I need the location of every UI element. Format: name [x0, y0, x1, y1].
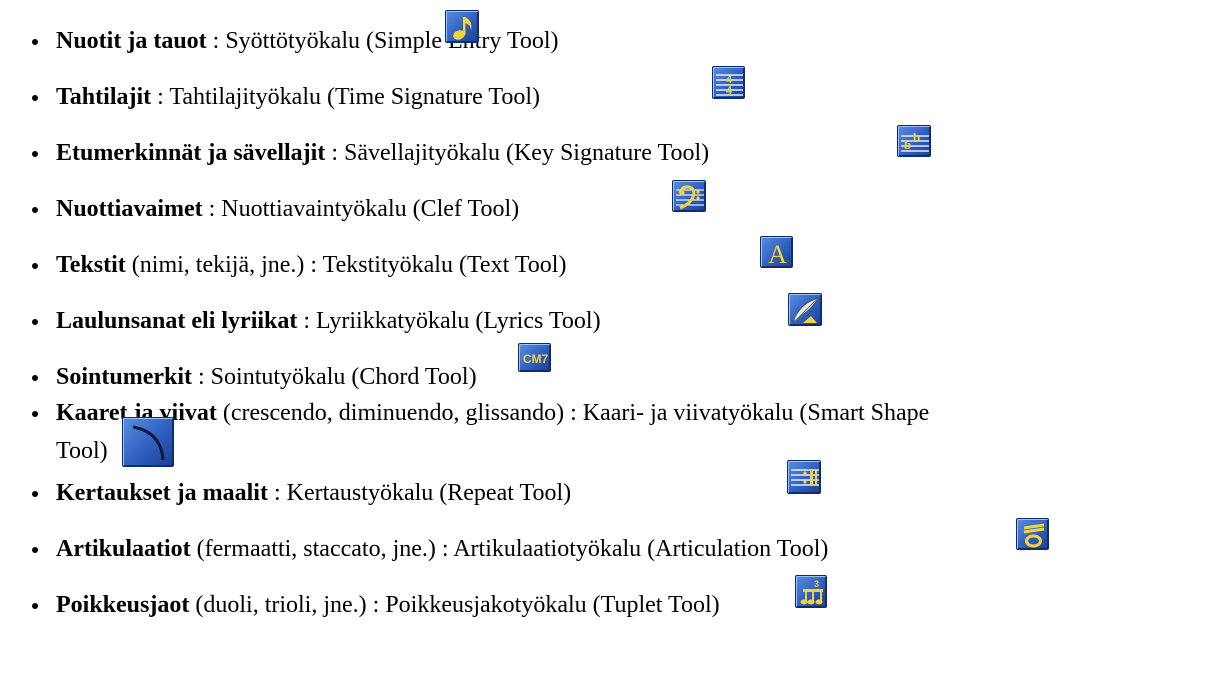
bullet [32, 375, 38, 381]
list-item-text: Nuotit ja tauot : Syöttötyökalu (Simple … [56, 28, 559, 55]
bullet [32, 95, 38, 101]
bullet [32, 491, 38, 497]
key-signature-icon: bb [897, 125, 931, 157]
bullet [32, 207, 38, 213]
bullet [32, 151, 38, 157]
quill-pen-icon [788, 293, 822, 326]
item-title: Sointumerkit [56, 364, 193, 390]
item-desc: (duoli, trioli, jne.) : Poikkeusjakotyök… [189, 592, 720, 618]
bullet [32, 263, 38, 269]
list-item-text: Tekstit (nimi, tekijä, jne.) : Tekstityö… [56, 252, 566, 279]
svg-text:4: 4 [726, 85, 733, 97]
item-desc: (crescendo, diminuendo, glissando) : Kaa… [216, 400, 930, 426]
svg-text:b: b [904, 137, 911, 152]
list-item-text: Poikkeusjaot (duoli, trioli, jne.) : Poi… [56, 592, 720, 619]
item-title: Tahtilajit [56, 84, 152, 110]
item-title: Laulunsanat eli lyriikat [56, 308, 298, 334]
bullet [32, 411, 38, 417]
item-desc: : Syöttötyökalu (Simple Entry Tool) [206, 28, 559, 54]
list-item-text: Tahtilajit : Tahtilajityökalu (Time Sign… [56, 84, 540, 111]
list-item-text: Kertaukset ja maalit : Kertaustyökalu (R… [56, 480, 571, 507]
bullet [32, 547, 38, 553]
time-signature-icon: 44 [712, 66, 745, 99]
item-title: Nuottiavaimet [56, 196, 203, 222]
list-item-text: Kaaret ja viivat (crescendo, diminuendo,… [56, 400, 929, 427]
repeat-icon [787, 460, 821, 494]
tool-list: Nuotit ja tauot : Syöttötyökalu (Simple … [0, 0, 1225, 690]
list-item-text: Etumerkinnät ja sävellajit : Sävellajity… [56, 140, 709, 167]
item-desc: : Sointutyökalu (Chord Tool) [192, 364, 477, 390]
svg-text:3: 3 [814, 579, 819, 589]
svg-text:A: A [768, 240, 787, 269]
item-title: Artikulaatiot [56, 536, 191, 562]
item-title: Poikkeusjaot [56, 592, 190, 618]
bass-clef-icon [672, 180, 706, 212]
item-desc: : Kertaustyökalu (Repeat Tool) [267, 480, 572, 506]
item-desc: : Tahtilajityökalu (Time Signature Tool) [151, 84, 540, 110]
list-item-text: Laulunsanat eli lyriikat : Lyriikkatyöka… [56, 308, 601, 335]
list-item-text: Nuottiavaimet : Nuottiavaintyökalu (Clef… [56, 196, 519, 223]
bullet [32, 319, 38, 325]
chord-icon: CM7 [518, 343, 551, 372]
smart-shape-icon [122, 417, 174, 467]
eighth-note-icon [445, 10, 479, 43]
svg-text:b: b [913, 130, 920, 145]
item-title: Kertaukset ja maalit [56, 480, 268, 506]
item-desc: : Sävellajityökalu (Key Signature Tool) [325, 140, 710, 166]
list-item-text-continued: Tool) [56, 438, 108, 464]
text-tool-icon: A [760, 236, 793, 269]
item-desc: (nimi, tekijä, jne.) : Tekstityökalu (Te… [125, 252, 567, 278]
item-desc: (fermaatti, staccato, jne.) : Artikulaat… [190, 536, 829, 562]
item-desc: : Lyriikkatyökalu (Lyrics Tool) [297, 308, 601, 334]
svg-text:CM7: CM7 [523, 352, 549, 366]
bullet [32, 39, 38, 45]
item-title: Tekstit [56, 252, 126, 278]
item-title: Nuotit ja tauot [56, 28, 207, 54]
list-item-text: Artikulaatiot (fermaatti, staccato, jne.… [56, 536, 828, 563]
list-item-text: Sointumerkit : Sointutyökalu (Chord Tool… [56, 364, 477, 391]
bullet [32, 603, 38, 609]
item-title: Etumerkinnät ja sävellajit [56, 140, 326, 166]
item-desc: : Nuottiavaintyökalu (Clef Tool) [202, 196, 520, 222]
articulation-icon [1016, 518, 1049, 550]
tuplet-icon: 3 [795, 575, 827, 608]
